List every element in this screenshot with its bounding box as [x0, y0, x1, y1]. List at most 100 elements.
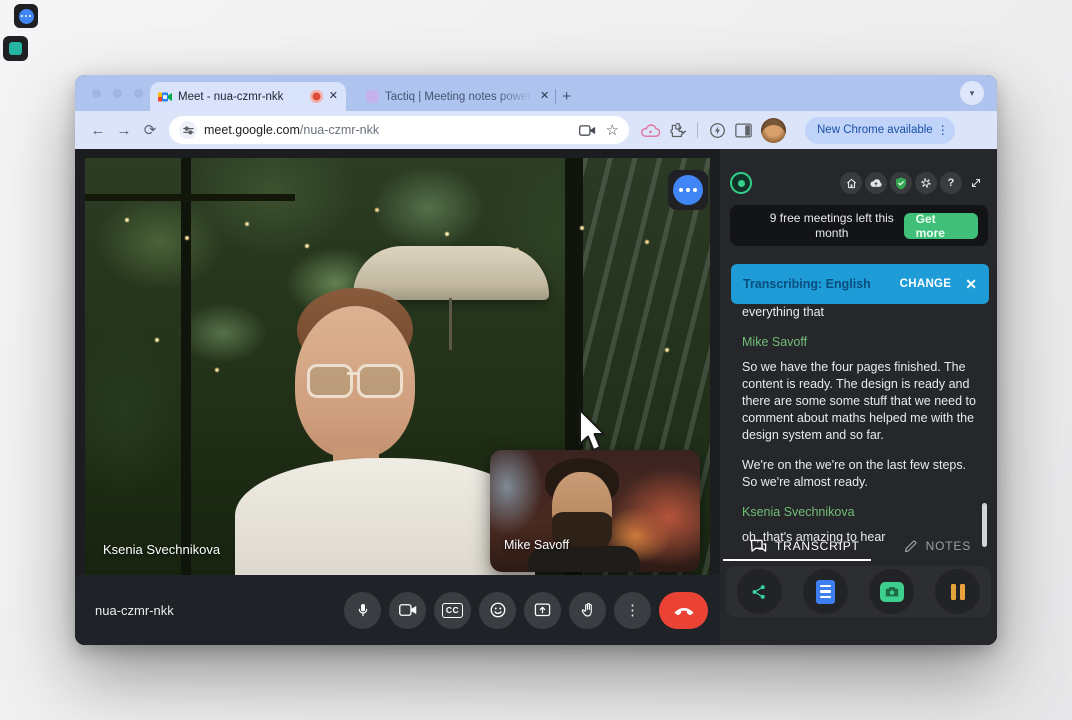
- transcribing-label: Transcribing: English: [743, 277, 871, 291]
- transcript-speaker: Ksenia Svechnikova: [742, 504, 982, 521]
- camera-button[interactable]: [389, 592, 426, 629]
- tab-title: Meet - nua-czmr-nkk: [178, 91, 304, 103]
- microphone-button[interactable]: [344, 592, 381, 629]
- url-bar[interactable]: meet.google.com/nua-czmr-nkk ☆: [169, 116, 629, 144]
- side-panel-icon[interactable]: [735, 123, 752, 138]
- tactiq-sidebar: ? 9 free meetings left this month Get mo…: [720, 149, 997, 645]
- screenshot-button[interactable]: [869, 569, 914, 614]
- raise-hand-button[interactable]: [569, 592, 606, 629]
- floating-recorder-badge[interactable]: [3, 36, 28, 61]
- pink-extension-icon[interactable]: [641, 123, 660, 138]
- transcribing-bar: Transcribing: English CHANGE ✕: [731, 264, 989, 304]
- pencil-icon: [903, 539, 918, 554]
- tab-search-button[interactable]: ▾: [960, 81, 984, 105]
- camera-permission-icon[interactable]: [579, 124, 596, 137]
- tab-notes[interactable]: NOTES: [903, 539, 971, 554]
- cloud-upload-button[interactable]: [865, 172, 887, 194]
- google-docs-icon: [816, 580, 835, 604]
- share-icon: [750, 583, 768, 601]
- tab-tactiq[interactable]: Tactiq | Meeting notes power ✕ +: [360, 82, 577, 111]
- chat-bubble-badge-icon: [673, 175, 703, 205]
- back-button[interactable]: ←: [85, 117, 111, 143]
- change-language-button[interactable]: CHANGE: [900, 278, 952, 290]
- reactions-button[interactable]: [479, 592, 516, 629]
- chat-icon: [750, 539, 767, 554]
- meet-control-bar: nua-czmr-nkk CC: [75, 575, 720, 645]
- patio-umbrella: [353, 246, 549, 300]
- window-minimize-button[interactable]: [113, 89, 122, 98]
- settings-gear-button[interactable]: [915, 172, 937, 194]
- page-content: Mike Savoff Ksenia Svechnikova nua-czmr-…: [75, 149, 997, 645]
- chevron-down-icon: ▾: [970, 88, 975, 99]
- tactiq-favicon: [366, 90, 379, 103]
- tab-close-icon[interactable]: ✕: [540, 91, 549, 102]
- tactiq-logo-icon: [730, 172, 752, 194]
- chrome-update-label: New Chrome available: [817, 124, 933, 136]
- browser-window: Meet - nua-czmr-nkk ✕ Tactiq | Meeting n…: [75, 75, 997, 645]
- google-docs-button[interactable]: [803, 569, 848, 614]
- participant-name-label: Ksenia Svechnikova: [103, 542, 220, 557]
- captions-button[interactable]: CC: [434, 592, 471, 629]
- site-info-icon[interactable]: [179, 121, 197, 139]
- shield-check-button[interactable]: [890, 172, 912, 194]
- active-tab-underline: [723, 559, 871, 561]
- share-button[interactable]: [737, 569, 782, 614]
- chrome-update-button[interactable]: New Chrome available ⋮: [805, 117, 955, 144]
- home-button[interactable]: [840, 172, 862, 194]
- recording-indicator-icon: [310, 90, 323, 103]
- meet-controls: CC ⋮: [344, 592, 708, 629]
- transcript-text: So we have the four pages finished. The …: [742, 359, 982, 444]
- more-options-button[interactable]: ⋮: [614, 592, 651, 629]
- participant-glasses: [307, 364, 403, 394]
- profile-avatar[interactable]: [761, 118, 786, 143]
- floating-chat-badge[interactable]: [14, 4, 38, 28]
- banner-text: 9 free meetings left this month: [760, 211, 904, 241]
- window-zoom-button[interactable]: [134, 89, 143, 98]
- umbrella-pole: [449, 298, 452, 350]
- help-button[interactable]: ?: [940, 172, 962, 194]
- tab-close-icon[interactable]: ✕: [329, 91, 338, 102]
- pause-recording-button[interactable]: [935, 569, 980, 614]
- url-host: meet.google.com: [204, 123, 300, 137]
- transcript-text: We're on the we're on the last few steps…: [742, 457, 982, 491]
- tab-transcript-label: TRANSCRIPT: [775, 539, 860, 553]
- tactiq-header-buttons: ?: [840, 172, 987, 194]
- meeting-code-label: nua-czmr-nkk: [95, 603, 174, 618]
- tactiq-header: ?: [730, 171, 987, 195]
- door-frame: [181, 158, 191, 575]
- tab-transcript[interactable]: TRANSCRIPT: [750, 539, 860, 554]
- close-icon[interactable]: ✕: [965, 276, 977, 293]
- battery-extension-icon[interactable]: [709, 122, 726, 139]
- forward-button[interactable]: →: [111, 117, 137, 143]
- tab-title: Tactiq | Meeting notes power: [385, 91, 534, 103]
- meeting-widget-tile[interactable]: [668, 170, 708, 210]
- window-close-button[interactable]: [92, 89, 101, 98]
- detach-panel-button[interactable]: [965, 172, 987, 194]
- bookmark-star-icon[interactable]: ☆: [606, 121, 619, 139]
- end-call-button[interactable]: [659, 592, 708, 629]
- meet-stage: Mike Savoff Ksenia Svechnikova nua-czmr-…: [75, 149, 720, 645]
- tab-meet[interactable]: Meet - nua-czmr-nkk ✕: [150, 82, 346, 111]
- chat-bubble-icon: [19, 9, 34, 24]
- new-tab-button[interactable]: +: [562, 89, 571, 104]
- pause-icon: [951, 584, 965, 600]
- tab-divider: [555, 89, 556, 104]
- transcript-text: everything that: [742, 304, 982, 321]
- tab-strip: Meet - nua-czmr-nkk ✕ Tactiq | Meeting n…: [75, 75, 997, 111]
- present-button[interactable]: [524, 592, 561, 629]
- kebab-icon: ⋮: [625, 601, 640, 619]
- extensions-puzzle-icon[interactable]: [669, 122, 686, 139]
- recorder-icon: [9, 42, 22, 55]
- transcript-speaker: Mike Savoff: [742, 334, 982, 351]
- browser-toolbar: ← → ⟳ meet.google.com/nua-czmr-nkk ☆ New…: [75, 111, 997, 149]
- free-meetings-banner: 9 free meetings left this month Get more: [730, 205, 988, 246]
- get-more-button[interactable]: Get more: [904, 213, 978, 239]
- tactiq-tabs: TRANSCRIPT NOTES: [720, 531, 997, 561]
- reload-button[interactable]: ⟳: [137, 117, 163, 143]
- kebab-menu-icon[interactable]: ⋮: [937, 123, 949, 137]
- tactiq-action-bar: [726, 566, 991, 617]
- meet-favicon: [158, 90, 172, 104]
- camera-icon: [880, 582, 904, 602]
- pip-video-tile[interactable]: Mike Savoff: [490, 450, 700, 572]
- pip-name-label: Mike Savoff: [504, 538, 569, 552]
